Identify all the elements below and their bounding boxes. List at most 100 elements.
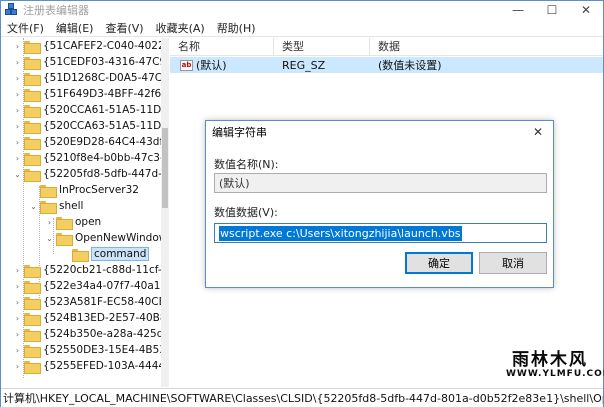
- tree-item-label: {51CEDF03-4316-47C9-81: [43, 56, 168, 68]
- tree-item[interactable]: › {520E9D28-64C4-43df-BE: [13, 134, 168, 150]
- folder-icon: [24, 136, 41, 150]
- folder-icon: [24, 88, 41, 102]
- tree-item-label: {522e34a4-07f7-40a1-94c: [43, 280, 168, 292]
- list-header: 名称 类型 数据: [170, 38, 603, 56]
- dialog-close-icon[interactable]: ✕: [527, 123, 549, 141]
- folder-icon: [24, 296, 41, 310]
- value-type: REG_SZ: [282, 58, 326, 72]
- tree-item-label: {5220cb21-c88d-11cf-b34: [43, 264, 169, 276]
- menu-edit[interactable]: 编辑(E): [50, 20, 100, 36]
- tree-item-expanded[interactable]: ⌄ shell: [29, 198, 83, 214]
- folder-icon: [24, 312, 41, 326]
- folder-icon: [24, 120, 41, 134]
- edit-string-dialog: 编辑字符串 ✕ 数值名称(N): (默认) 数值数据(V): wscript.e…: [205, 120, 554, 288]
- value-name-label: 数值名称(N):: [214, 158, 279, 171]
- tree-item[interactable]: InProcServer32: [29, 182, 139, 198]
- expand-chevron-icon[interactable]: ›: [13, 346, 22, 355]
- maximize-button[interactable]: ☐: [535, 1, 569, 19]
- expand-chevron-icon[interactable]: ›: [13, 362, 22, 371]
- tree-item-expanded[interactable]: ⌄ OpenNewWindow: [45, 230, 167, 246]
- expand-chevron-icon[interactable]: ›: [13, 154, 22, 163]
- folder-icon: [56, 216, 73, 230]
- dialog-title: 编辑字符串: [212, 126, 267, 139]
- expand-chevron-icon[interactable]: ›: [13, 122, 22, 131]
- folder-icon: [24, 72, 41, 86]
- tree-item[interactable]: › {524B13ED-2E57-40B8-B8: [13, 310, 168, 326]
- expand-chevron-icon[interactable]: ›: [13, 330, 22, 339]
- menu-favorites[interactable]: 收藏夹(A): [150, 20, 211, 36]
- tree-item[interactable]: › {5220cb21-c88d-11cf-b34: [13, 262, 169, 278]
- expand-chevron-icon[interactable]: ›: [13, 298, 22, 307]
- menu-bar: 文件(F) 编辑(E) 查看(V) 收藏夹(A) 帮助(H): [1, 19, 603, 37]
- value-row[interactable]: ab (默认) REG_SZ (数值未设置): [170, 57, 603, 73]
- tree-item[interactable]: › {524b350e-a28a-425d-a4: [13, 326, 168, 342]
- folder-icon: [24, 264, 41, 278]
- expand-chevron-icon[interactable]: ›: [13, 282, 22, 291]
- folder-icon: [56, 232, 73, 246]
- tree-item[interactable]: › {51D1268C-D0A5-47CC-A: [13, 70, 168, 86]
- tree-item[interactable]: › {51CAFEF2-C040-4022-A1: [13, 38, 168, 54]
- menu-view[interactable]: 查看(V): [99, 20, 149, 36]
- column-header-type[interactable]: 类型: [274, 38, 370, 56]
- registry-key-tree: › {51CAFEF2-C040-4022-A1 › {51CEDF03-4316-…: [1, 38, 169, 387]
- folder-icon: [24, 40, 41, 54]
- expand-chevron-icon[interactable]: ›: [45, 218, 54, 227]
- expand-chevron-icon[interactable]: ›: [13, 42, 22, 51]
- collapse-chevron-icon[interactable]: ⌄: [29, 202, 38, 211]
- expand-chevron-icon[interactable]: ›: [13, 314, 22, 323]
- tree-item[interactable]: › open: [45, 214, 101, 230]
- tree-item-label: {52205fd8-5dfb-447d-80: [43, 168, 169, 180]
- expand-chevron-icon[interactable]: ›: [13, 106, 22, 115]
- menu-file[interactable]: 文件(F): [1, 20, 50, 36]
- column-header-data[interactable]: 数据: [370, 38, 603, 56]
- value-name-cell: ab (默认): [170, 57, 274, 73]
- tree-item[interactable]: › {520CCA63-51A5-11D3-9: [13, 118, 169, 134]
- tree-item[interactable]: › {52550DE3-15E4-4B53-96: [13, 342, 168, 358]
- value-data: (数值未设置): [378, 59, 442, 72]
- collapse-chevron-icon[interactable]: ⌄: [45, 234, 54, 243]
- watermark-text: 雨林木风: [512, 350, 588, 370]
- tree-item-label: command: [91, 247, 150, 261]
- expand-chevron-icon[interactable]: ›: [13, 266, 22, 275]
- tree-item-expanded[interactable]: ⌄ {52205fd8-5dfb-447d-80: [13, 166, 169, 182]
- tree-item[interactable]: › {523A581F-EC58-40CE-99: [13, 294, 168, 310]
- status-bar: 计算机\HKEY_LOCAL_MACHINE\SOFTWARE\Classes\…: [1, 388, 603, 407]
- tree-item-label: {520CCA61-51A5-11D3-9: [43, 104, 169, 116]
- value-data-input[interactable]: wscript.exe c:\Users\xitongzhijia\launch…: [214, 223, 547, 243]
- expand-chevron-icon[interactable]: ›: [13, 74, 22, 83]
- tree-item[interactable]: › {5210f8e4-b0bb-47c3-a8: [13, 150, 169, 166]
- value-name-field: (默认): [214, 173, 547, 193]
- column-header-name[interactable]: 名称: [170, 38, 274, 56]
- cancel-button[interactable]: 取消: [479, 252, 547, 274]
- tree-item[interactable]: › {5255EFED-103A-4444-B1: [13, 358, 168, 374]
- expand-chevron-icon[interactable]: ›: [13, 58, 22, 67]
- registry-app-icon: [5, 3, 19, 17]
- tree-item-label: open: [75, 216, 102, 228]
- tree-item[interactable]: › {51CEDF03-4316-47C9-81: [13, 54, 168, 70]
- registry-editor-window: 注册表编辑器 — ☐ ✕ 文件(F) 编辑(E) 查看(V) 收藏夹(A) 帮助…: [0, 0, 604, 407]
- watermark-url: WWW.YLMFU.COM: [506, 369, 604, 379]
- tree-item[interactable]: › {51F649D3-4BFF-42f6-A2: [13, 86, 169, 102]
- expand-chevron-icon[interactable]: ›: [13, 138, 22, 147]
- tree-item-label: OpenNewWindow: [75, 232, 168, 244]
- watermark-logo: 雨林木风 WWW.YLMFU.COM: [504, 345, 604, 387]
- tree-scrollbar-thumb[interactable]: [162, 128, 168, 208]
- folder-icon: [24, 328, 41, 342]
- close-window-button[interactable]: ✕: [569, 1, 603, 19]
- folder-icon: [24, 360, 41, 374]
- expand-chevron-icon[interactable]: ›: [13, 90, 22, 99]
- tree-scrollbar[interactable]: [161, 38, 169, 387]
- tree-item[interactable]: › {520CCA61-51A5-11D3-9: [13, 102, 169, 118]
- menu-help[interactable]: 帮助(H): [211, 20, 262, 36]
- ok-button[interactable]: 确定: [405, 252, 473, 274]
- tree-item-label: {520CCA63-51A5-11D3-9: [43, 120, 169, 132]
- tree-item-label: {5210f8e4-b0bb-47c3-a8: [43, 152, 169, 164]
- collapse-chevron-icon[interactable]: ⌄: [13, 170, 22, 179]
- minimize-button[interactable]: —: [501, 1, 535, 19]
- tree-item-label: {524B13ED-2E57-40B8-B8: [43, 312, 168, 324]
- tree-item-label: InProcServer32: [59, 184, 139, 196]
- tree-item-selected[interactable]: command: [61, 246, 150, 262]
- folder-icon: [40, 184, 57, 198]
- tree-item-label: {51F649D3-4BFF-42f6-A2: [43, 88, 169, 100]
- tree-item[interactable]: › {522e34a4-07f7-40a1-94c: [13, 278, 168, 294]
